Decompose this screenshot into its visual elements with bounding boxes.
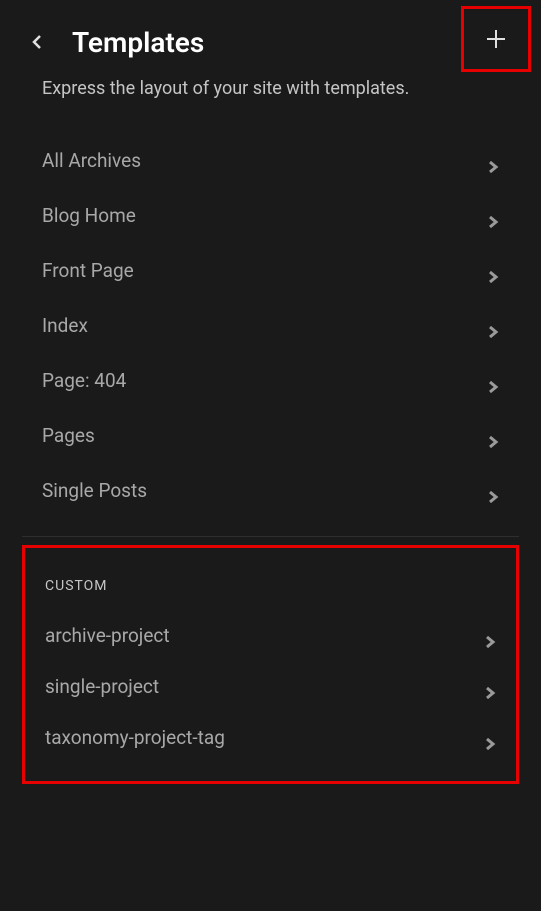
template-item-all-archives[interactable]: All Archives [22, 133, 519, 188]
custom-template-item-taxonomy-project-tag[interactable]: taxonomy-project-tag [25, 712, 516, 763]
template-item-label: Single Posts [42, 479, 147, 502]
template-item-label: All Archives [42, 149, 141, 172]
template-item-label: Pages [42, 424, 95, 447]
template-item-front-page[interactable]: Front Page [22, 243, 519, 298]
panel-header: Templates [0, 0, 541, 76]
custom-section-heading: CUSTOM [25, 548, 516, 610]
chevron-right-icon [487, 375, 499, 387]
template-item-pages[interactable]: Pages [22, 408, 519, 463]
templates-list: All Archives Blog Home Front Page Index … [0, 133, 541, 518]
chevron-right-icon [487, 155, 499, 167]
template-item-label: Front Page [42, 259, 134, 282]
panel-description: Express the layout of your site with tem… [0, 76, 541, 133]
template-item-label: Blog Home [42, 204, 136, 227]
template-item-label: archive-project [45, 624, 170, 647]
chevron-right-icon [487, 485, 499, 497]
back-button[interactable] [20, 24, 56, 60]
chevron-right-icon [487, 265, 499, 277]
custom-templates-list: archive-project single-project taxonomy-… [25, 610, 516, 763]
template-item-blog-home[interactable]: Blog Home [22, 188, 519, 243]
custom-template-item-single-project[interactable]: single-project [25, 661, 516, 712]
template-item-label: taxonomy-project-tag [45, 726, 225, 749]
template-item-page-404[interactable]: Page: 404 [22, 353, 519, 408]
add-button-highlight [461, 6, 531, 72]
custom-section-highlight: CUSTOM archive-project single-project ta… [22, 545, 519, 784]
page-title: Templates [72, 26, 204, 59]
chevron-right-icon [487, 430, 499, 442]
plus-icon [484, 27, 508, 51]
custom-template-item-archive-project[interactable]: archive-project [25, 610, 516, 661]
template-item-single-posts[interactable]: Single Posts [22, 463, 519, 518]
chevron-right-icon [487, 210, 499, 222]
chevron-right-icon [484, 732, 496, 744]
template-item-label: single-project [45, 675, 159, 698]
chevron-right-icon [484, 681, 496, 693]
chevron-right-icon [484, 630, 496, 642]
template-item-label: Index [42, 314, 88, 337]
template-item-label: Page: 404 [42, 369, 126, 392]
section-divider [22, 536, 519, 537]
chevron-right-icon [487, 320, 499, 332]
add-template-button[interactable] [466, 11, 526, 67]
template-item-index[interactable]: Index [22, 298, 519, 353]
chevron-left-icon [30, 34, 46, 50]
